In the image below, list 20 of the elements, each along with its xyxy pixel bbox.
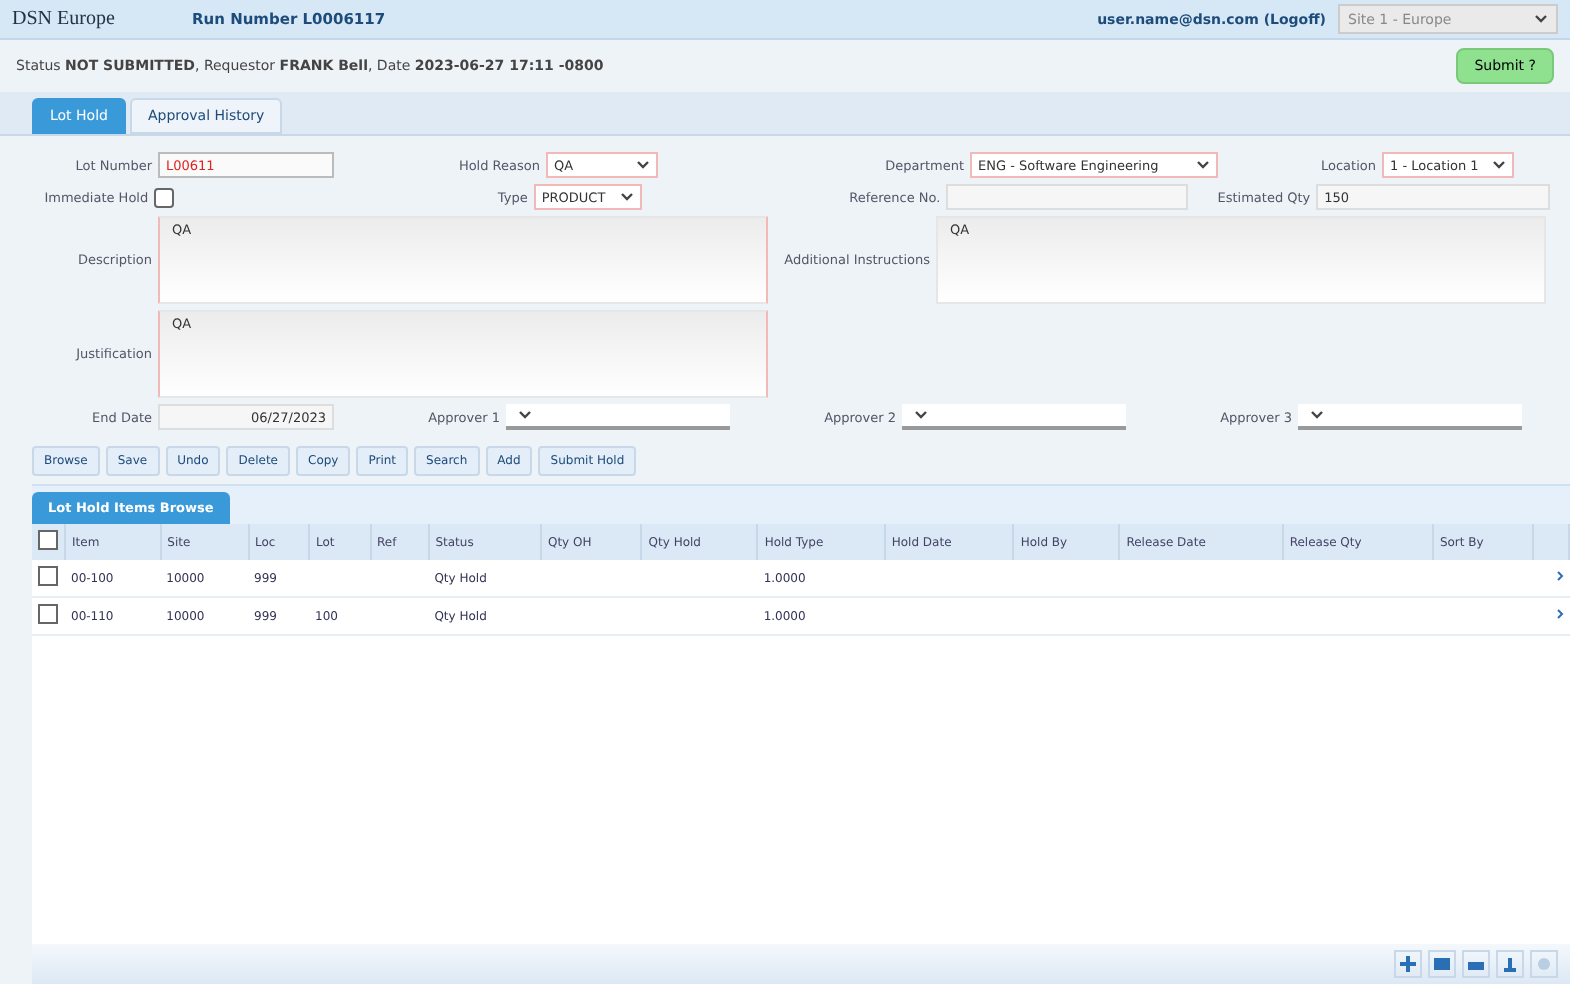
row-checkbox[interactable] bbox=[38, 604, 58, 624]
chevron-right-icon[interactable] bbox=[1555, 570, 1563, 582]
approver-select[interactable] bbox=[1298, 404, 1522, 430]
chevron-down-icon bbox=[518, 410, 532, 420]
chevron-down-icon bbox=[636, 160, 650, 170]
chevron-down-icon bbox=[1196, 160, 1210, 170]
chevron-down-icon bbox=[914, 410, 928, 420]
company-name: DSN Europe bbox=[12, 8, 117, 30]
chevron-right-icon[interactable] bbox=[1555, 608, 1563, 620]
add-icon[interactable] bbox=[1394, 950, 1422, 978]
immediate-hold-checkbox[interactable] bbox=[154, 187, 174, 207]
approver-select[interactable] bbox=[902, 404, 1126, 430]
select-all-checkbox[interactable] bbox=[38, 530, 58, 550]
chevron-down-icon bbox=[1492, 160, 1506, 170]
approver-select[interactable] bbox=[506, 404, 730, 430]
reference-field[interactable] bbox=[946, 184, 1188, 210]
chevron-down-icon bbox=[1310, 410, 1324, 420]
chevron-down-icon bbox=[1534, 14, 1548, 24]
row-checkbox[interactable] bbox=[38, 566, 58, 586]
chevron-down-icon bbox=[620, 192, 635, 202]
